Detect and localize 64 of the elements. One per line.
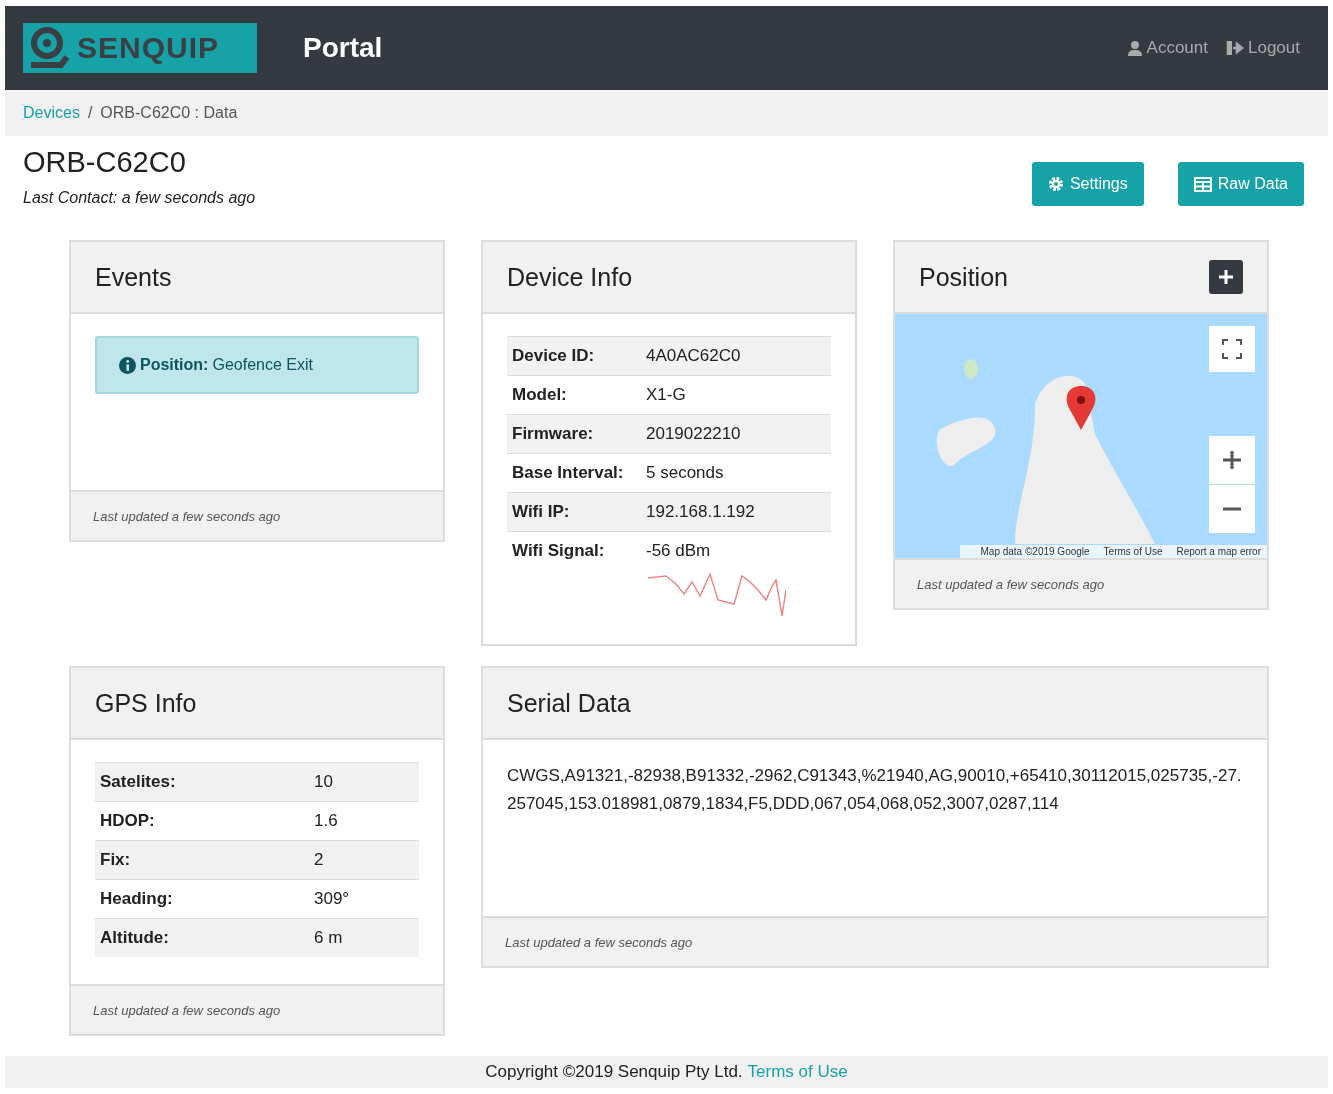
fullscreen-icon [1222, 339, 1242, 359]
breadcrumb-separator: / [87, 104, 93, 122]
info-value: 2019022210 [646, 424, 741, 443]
breadcrumb-current: ORB-C62C0 : Data [100, 104, 238, 122]
gps-value: 10 [314, 771, 334, 793]
info-value: 192.168.1.192 [646, 502, 755, 521]
last-updated: Last updated a few seconds ago [917, 576, 1105, 592]
gps-value: 309° [314, 888, 351, 910]
gps-label: Fix: [100, 849, 132, 871]
sign-out-icon [1226, 41, 1244, 55]
header-button[interactable]: Raw Data [1177, 162, 1304, 206]
alert-label: Position: [140, 356, 209, 374]
last-contact: Last Contact: a few seconds ago [23, 189, 256, 207]
card-title: Device Info [507, 262, 633, 292]
info-value: 5 seconds [646, 463, 724, 482]
terms-link[interactable]: Terms of Use [747, 1062, 848, 1082]
card-title: Serial Data [507, 688, 631, 718]
table-icon [1193, 176, 1212, 192]
nav-link[interactable]: Logout [1226, 38, 1300, 58]
info-value: 4A0AC62C0 [646, 346, 741, 365]
card-title: Position [919, 262, 1008, 292]
map-attribution[interactable]: Terms of Use [1103, 546, 1163, 557]
gps-label: Heading: [100, 888, 174, 910]
brand-name: SENQUIP [77, 31, 220, 65]
info-label: Firmware: [512, 423, 595, 445]
gps-label: HDOP: [100, 810, 156, 832]
gps-value: 2 [314, 849, 325, 871]
gps-value: 1.6 [314, 810, 339, 832]
map-attribution[interactable]: Report a map error [1176, 546, 1261, 557]
alert-text: Geofence Exit [212, 356, 313, 374]
portal-title: Portal [303, 32, 383, 64]
gps-label: Altitude: [100, 927, 170, 949]
device-title: ORB-C62C0 [23, 146, 187, 179]
last-updated: Last updated a few seconds ago [93, 508, 281, 524]
last-updated: Last updated a few seconds ago [505, 934, 693, 950]
info-icon [119, 356, 136, 374]
card-title: GPS Info [95, 688, 197, 718]
copyright-text: Copyright ©2019 Senquip Pty Ltd. [485, 1062, 743, 1082]
info-label: Wifi IP: [512, 501, 571, 523]
map-attribution: Map data ©2019 Google [980, 546, 1090, 557]
serial-text: CWGS,A91321,-82938,B91332,-2962,C91343,%21940,AG,90010,+65410,30112015,025735,-27.257045,153.018981,0879,1834,F5,DDD,067,054,068,052,3007,0287,114 [507, 765, 1243, 815]
gps-value: 6 m [314, 927, 344, 949]
map-view[interactable]: Map data ©2019 Google Terms of Use Report a map error [895, 314, 1267, 558]
zoom-in-button[interactable] [1209, 436, 1255, 484]
last-updated: Last updated a few seconds ago [93, 1002, 281, 1018]
gps-label: Satelites: [100, 771, 177, 793]
plus-icon [1218, 269, 1234, 285]
plus-icon [1222, 450, 1242, 470]
header-button[interactable]: Settings [1031, 162, 1144, 206]
card-title: Events [95, 262, 172, 292]
info-label: Model: [512, 384, 568, 406]
info-value: X1-G [646, 385, 686, 404]
minus-icon [1222, 507, 1242, 511]
add-button[interactable] [1209, 260, 1243, 294]
info-label: Base Interval: [512, 462, 625, 484]
brand-logo[interactable]: SENQUIP [23, 23, 257, 73]
breadcrumb-link[interactable]: Devices [23, 104, 80, 122]
user-icon [1126, 40, 1143, 56]
info-value: -56 dBm [646, 541, 711, 560]
info-label: Wifi Signal: [512, 540, 606, 562]
gear-icon [1047, 176, 1064, 192]
nav-link[interactable]: Account [1126, 38, 1208, 58]
fullscreen-button[interactable] [1209, 326, 1255, 372]
info-label: Device ID: [512, 345, 596, 367]
